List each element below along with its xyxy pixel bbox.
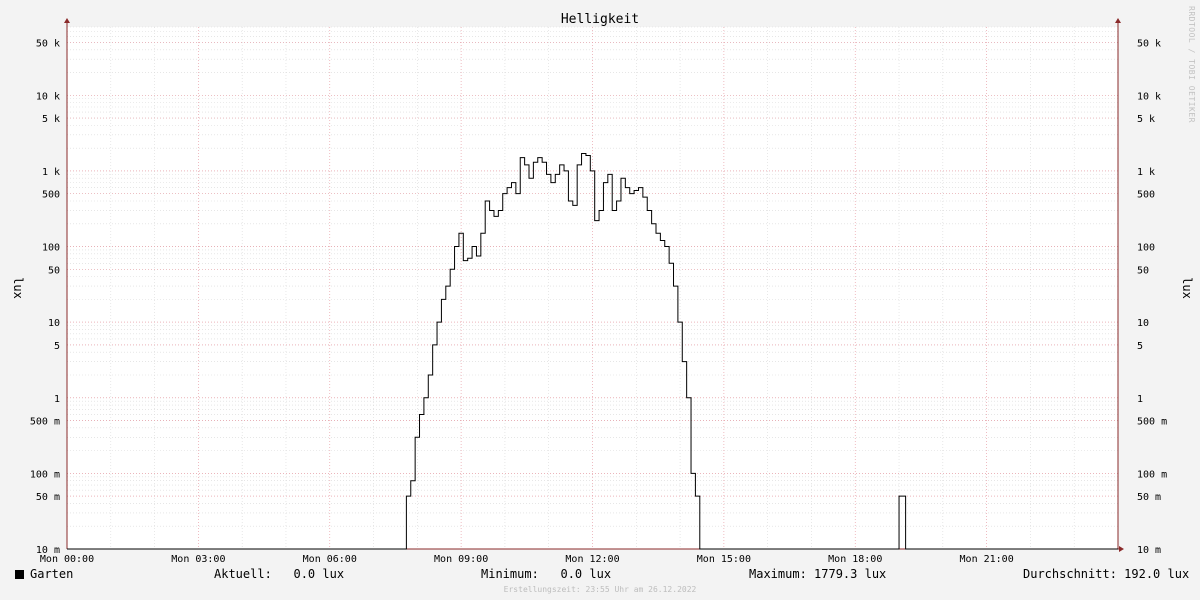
y-tick-label-right: 1 bbox=[1137, 394, 1143, 405]
chart-title: Helligkeit bbox=[561, 12, 639, 27]
y-tick-label-right: 50 m bbox=[1137, 492, 1161, 503]
y-tick-label-left: 100 m bbox=[30, 469, 60, 480]
y-tick-label-left: 100 bbox=[42, 243, 60, 254]
y-axis-label-right: lux bbox=[1180, 277, 1194, 299]
y-tick-label-left: 50 k bbox=[36, 38, 60, 49]
y-tick-label-right: 500 bbox=[1137, 190, 1155, 201]
chart-root: 10 m 10 m 50 m 50 m 100 m 100 m 500 m 500 m1155… bbox=[0, 0, 1200, 600]
y-tick-label-right: 1 k bbox=[1137, 167, 1155, 178]
y-tick-label-left: 10 k bbox=[36, 91, 60, 102]
footer-timestamp: Erstellungszeit: 23:55 Uhr am 26.12.2022 bbox=[503, 585, 697, 594]
y-axis-arrow-right bbox=[1115, 18, 1121, 23]
x-tick-label: Mon 06:00 bbox=[303, 554, 357, 565]
x-tick-label: Mon 09:00 bbox=[434, 554, 488, 565]
chart-canvas: 10 m 10 m50 m 50 m100 m 100 m500 m 500 m1 15 5… bbox=[11, 12, 1194, 565]
y-tick-label-left: 10 bbox=[48, 318, 60, 329]
x-tick-label: Mon 03:00 bbox=[171, 554, 225, 565]
y-tick-label-left: 50 bbox=[48, 265, 60, 276]
legend-series-name: Garten bbox=[30, 567, 74, 581]
y-tick-label-right: 100 bbox=[1137, 243, 1155, 254]
legend-minimum: Minimum: 0.0 lux bbox=[481, 567, 612, 581]
x-tick-label: Mon 21:00 bbox=[960, 554, 1014, 565]
y-tick-label-left: 500 bbox=[42, 190, 60, 201]
legend-maximum: Maximum: 1779.3 lux bbox=[749, 567, 887, 581]
y-tick-label-left: 500 m bbox=[30, 417, 60, 428]
y-tick-label-right: 10 k bbox=[1137, 91, 1161, 102]
x-tick-label: Mon 15:00 bbox=[697, 554, 751, 565]
y-tick-label-right: 10 bbox=[1137, 318, 1149, 329]
y-tick-label-right: 500 m bbox=[1137, 417, 1167, 428]
rrdtool-watermark: RRDTOOL / TOBI OETIKER bbox=[1187, 6, 1196, 123]
y-tick-label-right: 50 k bbox=[1137, 38, 1161, 49]
x-axis-arrow bbox=[1119, 546, 1124, 552]
x-tick-label: Mon 12:00 bbox=[565, 554, 619, 565]
y-tick-label-right: 100 m bbox=[1137, 469, 1167, 480]
legend-durchschnitt: Durchschnitt: 192.0 lux bbox=[1023, 567, 1190, 581]
y-tick-label-right: 10 m bbox=[1137, 545, 1161, 556]
y-axis-arrow-left bbox=[64, 18, 70, 23]
legend-aktuell: Aktuell: 0.0 lux bbox=[214, 567, 345, 581]
y-tick-label-left: 5 k bbox=[42, 114, 60, 125]
y-tick-label-left: 50 m bbox=[36, 492, 60, 503]
y-tick-label-right: 50 bbox=[1137, 265, 1149, 276]
y-axis-label-left: lux bbox=[11, 277, 25, 299]
y-tick-label-left: 5 bbox=[54, 341, 60, 352]
legend-swatch bbox=[15, 570, 24, 579]
y-tick-label-right: 5 bbox=[1137, 341, 1143, 352]
y-tick-label-left: 1 bbox=[54, 394, 60, 405]
y-tick-label-right: 5 k bbox=[1137, 114, 1155, 125]
y-tick-label-left: 1 k bbox=[42, 167, 60, 178]
x-tick-label: Mon 00:00 bbox=[40, 554, 94, 565]
x-tick-label: Mon 18:00 bbox=[828, 554, 882, 565]
